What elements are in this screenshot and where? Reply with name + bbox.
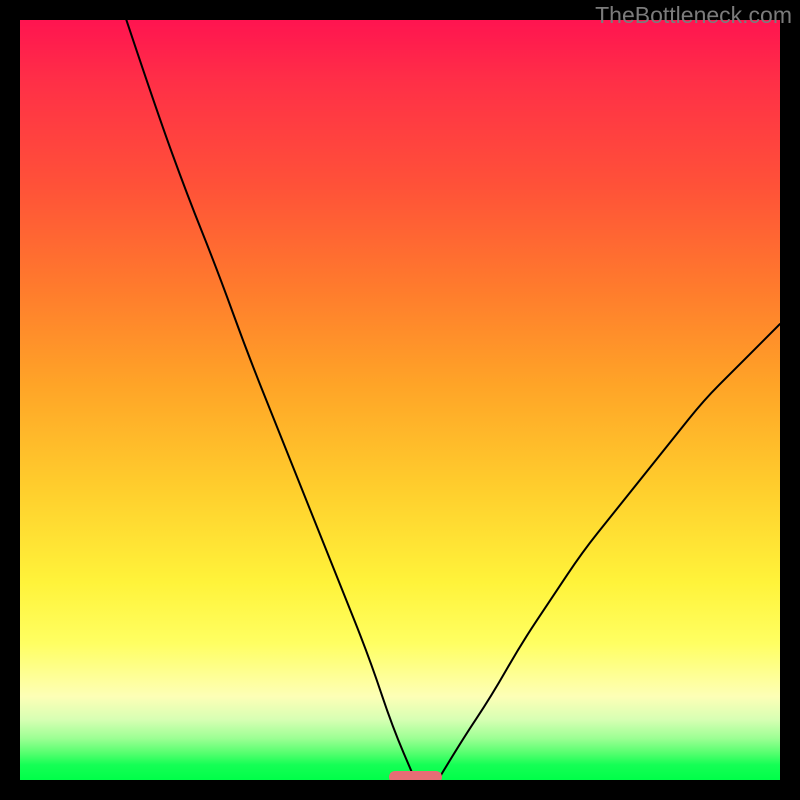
watermark-text: TheBottleneck.com xyxy=(595,2,792,29)
bottleneck-curve xyxy=(20,20,780,780)
plot-area xyxy=(20,20,780,780)
optimal-point-marker xyxy=(389,771,442,780)
curve-right-branch xyxy=(438,324,780,780)
curve-left-branch xyxy=(126,20,415,780)
chart-stage: TheBottleneck.com xyxy=(0,0,800,800)
